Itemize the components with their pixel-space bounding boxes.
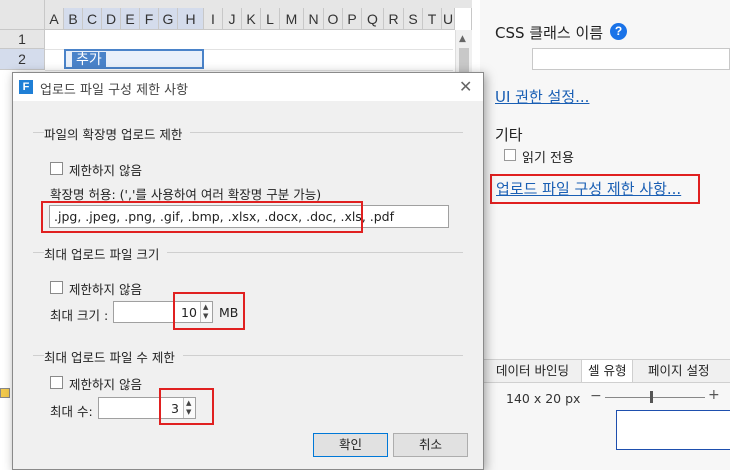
row-header-1[interactable]: 1 [0,30,45,49]
row-header-2[interactable]: 2 [0,49,45,70]
zoom-slider-thumb[interactable] [650,391,653,403]
etc-section-label: 기타 [495,126,523,144]
column-header-e[interactable]: E [121,8,140,30]
grid-line [45,70,453,71]
column-header-h[interactable]: H [178,8,204,30]
cell-size-readout: 140 x 20 px [506,391,581,406]
dialog-body: 파일의 확장명 업로드 제한 제한하지 않음 확장명 허용: (','를 사용하… [13,101,483,469]
close-icon[interactable]: ✕ [459,77,472,96]
column-header-k[interactable]: K [242,8,261,30]
column-header-u[interactable]: U [442,8,455,30]
column-header-q[interactable]: Q [362,8,384,30]
count-section-title: 최대 업로드 파일 수 제한 [44,347,183,366]
column-header-r[interactable]: R [384,8,404,30]
properties-panel: CSS 클래스 이름 ? UI 권한 설정... 기타 읽기 전용 업로드 파일… [480,0,730,470]
cell-button-text: 추가 [72,52,106,68]
cell-preview [616,410,730,450]
zoom-in-button[interactable]: + [708,387,720,403]
max-size-label: 최대 크기 : [50,308,109,323]
max-count-label: 최대 수: [50,404,93,419]
selected-cell[interactable]: 추가 [64,49,204,69]
column-header-o[interactable]: O [324,8,343,30]
column-header-t[interactable]: T [423,8,442,30]
column-header-c[interactable]: C [83,8,102,30]
size-section-title: 최대 업로드 파일 크기 [44,244,168,263]
scroll-thumb[interactable] [459,48,469,72]
column-header-s[interactable]: S [404,8,423,30]
extension-no-limit-label: 제한하지 않음 [69,163,142,178]
tab-data-binding[interactable]: 데이터 바인딩 [490,360,575,382]
readonly-label: 읽기 전용 [522,151,574,166]
zoom-slider-track[interactable] [605,397,705,398]
panel-tab-bar: 데이터 바인딩 셀 유형 페이지 설정 [480,359,730,383]
column-header-j[interactable]: J [223,8,242,30]
vertical-scrollbar[interactable]: ▲ [455,30,472,75]
extension-section-title: 파일의 확장명 업로드 제한 [44,124,191,143]
dialog-title: 업로드 파일 구성 제한 사항 [40,83,189,98]
column-header-b[interactable]: B [64,8,83,30]
column-header-m[interactable]: M [280,8,304,30]
css-class-input[interactable] [532,48,730,70]
column-header-g[interactable]: G [159,8,178,30]
sheet-top-strip [0,0,472,8]
cancel-button[interactable]: 취소 [393,433,468,457]
count-no-limit-checkbox[interactable] [50,376,63,389]
count-no-limit-label: 제한하지 않음 [69,377,142,392]
sheet-corner[interactable] [0,0,45,30]
ui-permission-link[interactable]: UI 권한 설정... [495,86,589,107]
size-no-limit-label: 제한하지 않음 [69,282,142,297]
app-icon: F [19,80,33,94]
extension-no-limit-checkbox[interactable] [50,162,63,175]
highlight-box [490,174,700,204]
upload-restriction-dialog: F 업로드 파일 구성 제한 사항 ✕ 파일의 확장명 업로드 제한 제한하지 … [12,72,484,470]
help-icon[interactable]: ? [610,23,627,40]
highlight-box [173,292,245,330]
sheet-tab-icon [0,388,10,398]
tab-cell-type[interactable]: 셀 유형 [581,360,634,382]
size-no-limit-checkbox[interactable] [50,281,63,294]
dialog-titlebar[interactable]: F 업로드 파일 구성 제한 사항 ✕ [13,73,483,101]
column-header-i[interactable]: I [204,8,223,30]
scroll-up-icon[interactable]: ▲ [459,34,466,44]
css-class-label: CSS 클래스 이름 [495,24,604,42]
highlight-box [159,388,214,425]
column-header-n[interactable]: N [304,8,324,30]
readonly-checkbox[interactable] [504,149,516,161]
tab-page-settings[interactable]: 페이지 설정 [642,360,715,382]
column-header-p[interactable]: P [343,8,362,30]
ok-button[interactable]: 확인 [313,433,388,457]
highlight-box [41,201,363,233]
column-header-d[interactable]: D [102,8,121,30]
column-header-f[interactable]: F [140,8,159,30]
zoom-out-button[interactable]: − [590,388,602,404]
column-header-a[interactable]: A [45,8,64,30]
column-header-l[interactable]: L [261,8,280,30]
